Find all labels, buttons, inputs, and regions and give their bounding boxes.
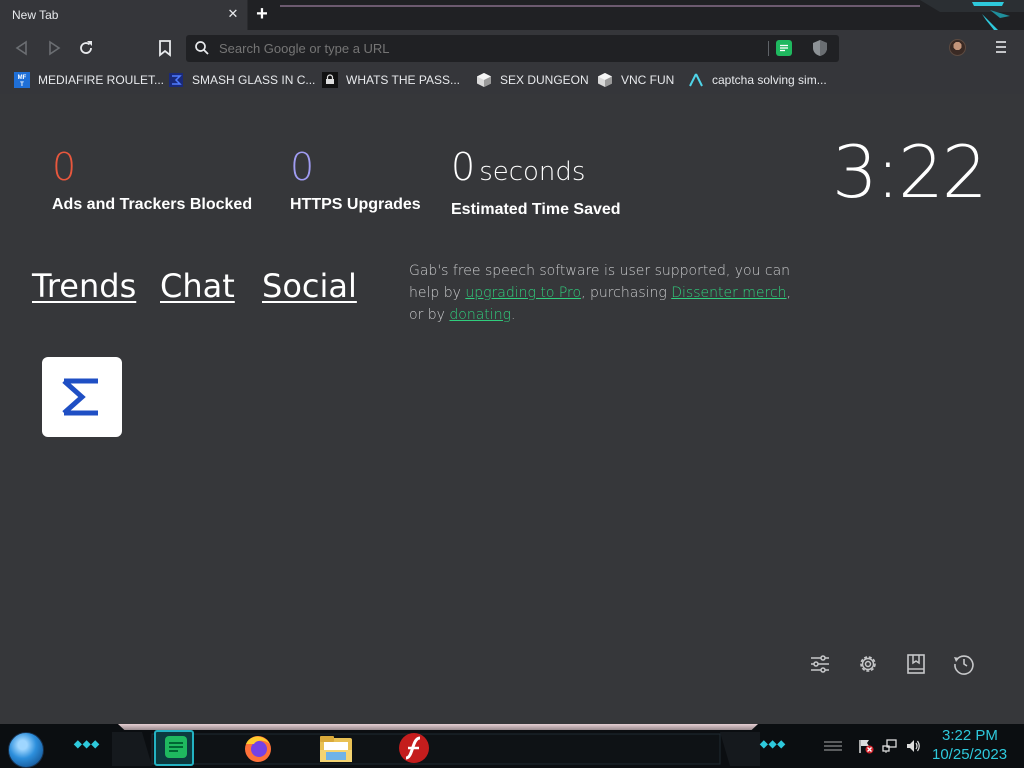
donating-link[interactable]: donating (449, 307, 511, 323)
volume-icon[interactable] (905, 738, 921, 754)
menu-icon[interactable] (994, 39, 1008, 55)
tab-strip: New Tab ✕ + (0, 0, 1024, 30)
toolbar (0, 30, 1024, 66)
chat-link[interactable]: Chat (160, 267, 235, 305)
bookmark-item[interactable]: captcha solving sim... (688, 71, 827, 89)
taskbar-chevron-decoration: ◆◆◆ (74, 739, 101, 750)
tab-title: New Tab (12, 8, 59, 22)
bookmark-item[interactable]: VNC FUN (597, 71, 674, 89)
customize-icon[interactable] (808, 652, 832, 676)
https-upgrades-label: HTTPS Upgrades (290, 196, 421, 213)
ads-blocked-label: Ads and Trackers Blocked (52, 196, 253, 213)
mediafire-icon: MF T (14, 72, 30, 88)
time-saved-unit: seconds (479, 157, 586, 187)
triangle-a-icon (689, 73, 703, 87)
taskbar-gab-app[interactable] (154, 730, 194, 766)
sigma-site-icon (62, 378, 98, 416)
bookmark-item[interactable]: SEX DUNGEON (476, 71, 589, 89)
omnibox[interactable] (186, 35, 839, 62)
tabstrip-decoration (280, 5, 920, 7)
cube-icon (598, 73, 612, 87)
new-tab-page: 0 Ads and Trackers Blocked 0 HTTPS Upgra… (0, 94, 1024, 724)
stat-time-saved: 0 seconds Estimated Time Saved (451, 144, 621, 219)
upgrade-pro-link[interactable]: upgrading to Pro (465, 285, 581, 301)
screen: { "tab": {"title": "New Tab", "close_gly… (0, 0, 1024, 768)
reload-icon[interactable] (76, 38, 96, 58)
taskbar: ◆◆◆ ◆◆◆ 3:22 PM 10/25/2023 (0, 724, 1024, 768)
shield-icon[interactable] (812, 39, 828, 57)
tab-new-tab[interactable]: New Tab ✕ (0, 0, 248, 30)
folder-icon (320, 736, 352, 762)
smash-glass-icon (169, 73, 183, 87)
time-saved-count: 0 (451, 145, 476, 189)
cube-icon (477, 73, 491, 87)
bookmarks-bar: MF T MEDIAFIRE ROULET... SMASH GLASS IN … (0, 66, 1024, 94)
top-site-tile[interactable] (42, 357, 122, 437)
action-center-flag-icon[interactable] (858, 738, 874, 754)
trends-link[interactable]: Trends (32, 267, 136, 305)
https-upgrades-count: 0 (290, 145, 315, 189)
settings-gear-icon[interactable] (856, 652, 880, 676)
svg-text:T: T (20, 82, 24, 88)
bookmark-label: WHATS THE PASS... (346, 73, 461, 87)
gab-extension-icon[interactable] (776, 40, 792, 56)
gab-message-text: , purchasing (581, 285, 672, 301)
ads-blocked-count: 0 (52, 145, 77, 189)
forward-icon[interactable] (44, 38, 64, 58)
bookmark-icon[interactable] (155, 38, 175, 58)
lock-site-icon (322, 72, 338, 88)
firefox-icon (245, 736, 271, 762)
time-saved-label: Estimated Time Saved (451, 201, 621, 218)
bookmark-item[interactable]: SMASH GLASS IN C... (168, 71, 315, 89)
show-hidden-icons[interactable] (822, 738, 844, 754)
stat-https-upgrades: 0 HTTPS Upgrades (290, 144, 421, 214)
profile-avatar[interactable] (949, 39, 966, 56)
bookmarks-icon[interactable] (904, 652, 928, 676)
taskbar-explorer-app[interactable] (316, 730, 356, 766)
new-tab-button[interactable]: + (252, 4, 272, 25)
taskbar-date[interactable]: 10/25/2023 (932, 746, 1007, 763)
clock: 3:22 (832, 130, 988, 214)
flash-player-icon (399, 733, 429, 763)
bookmark-label: captcha solving sim... (712, 73, 827, 87)
omnibox-separator (768, 41, 769, 56)
taskbar-time[interactable]: 3:22 PM (942, 727, 998, 744)
start-button[interactable] (8, 732, 44, 768)
gab-support-message: Gab's free speech software is user suppo… (409, 260, 809, 326)
bookmark-item[interactable]: MF T MEDIAFIRE ROULET... (14, 71, 164, 89)
bookmark-label: VNC FUN (621, 73, 675, 87)
window-corner-decoration (920, 0, 1024, 30)
taskbar-frame-decoration (112, 732, 760, 766)
tab-close-icon[interactable]: ✕ (225, 6, 241, 22)
taskbar-chevron-decoration: ◆◆◆ (760, 739, 787, 750)
bookmark-label: MEDIAFIRE ROULET... (38, 73, 165, 87)
search-icon (195, 41, 209, 55)
bookmark-label: SMASH GLASS IN C... (192, 73, 316, 87)
stat-ads-blocked: 0 Ads and Trackers Blocked (52, 144, 252, 214)
taskbar-firefox-app[interactable] (238, 730, 278, 766)
address-input[interactable] (219, 41, 759, 56)
network-icon[interactable] (882, 738, 898, 754)
taskbar-flash-app[interactable] (394, 730, 434, 766)
history-icon[interactable] (952, 652, 976, 676)
back-icon[interactable] (12, 38, 32, 58)
bookmark-label: SEX DUNGEON (500, 73, 589, 87)
gab-message-text: . (510, 307, 516, 323)
bookmark-item[interactable]: WHATS THE PASS... (322, 71, 460, 89)
dissenter-merch-link[interactable]: Dissenter merch (671, 285, 786, 301)
svg-text:MF: MF (18, 75, 27, 81)
social-link[interactable]: Social (262, 267, 357, 305)
